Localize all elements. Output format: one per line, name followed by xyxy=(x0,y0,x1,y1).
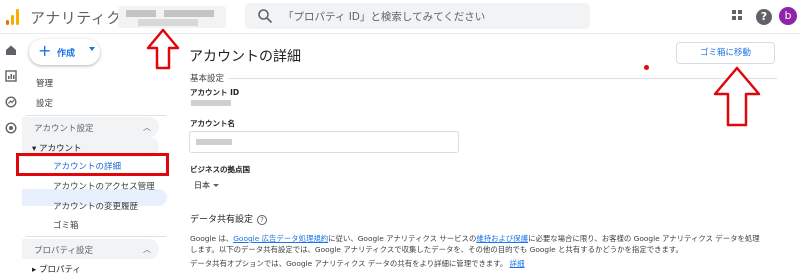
account-name-field[interactable] xyxy=(189,131,459,153)
account-id-value xyxy=(191,100,231,106)
data-sharing-heading: データ共有設定? xyxy=(190,212,268,225)
sidebar-item-settings[interactable]: 設定 xyxy=(36,97,53,109)
chevron-up-icon: ︿ xyxy=(143,245,151,254)
chevron-down-icon xyxy=(89,47,95,51)
divider xyxy=(189,78,777,79)
chevron-down-icon xyxy=(213,184,219,187)
data-sharing-description: Google は、Google 広告データ処理規約に従い、Google アナリテ… xyxy=(190,234,760,254)
apps-grid-icon[interactable] xyxy=(731,9,747,25)
reports-icon[interactable] xyxy=(5,70,17,82)
plus-icon: + xyxy=(38,41,52,60)
main-content: アカウントの詳細 ゴミ箱に移動 基本設定 アカウント ID アカウント名 ビジネ… xyxy=(167,34,800,277)
avatar[interactable]: b xyxy=(779,7,797,25)
top-bar: アナリティクス 「プロパティ ID」と検索してみてください ? b xyxy=(0,0,800,34)
account-id-label: アカウント ID xyxy=(190,88,240,97)
sidebar-item-trash[interactable]: ゴミ箱 xyxy=(53,219,79,231)
create-button[interactable]: + 作成 xyxy=(29,39,100,65)
account-selector[interactable] xyxy=(118,6,226,28)
basic-settings-heading: 基本設定 xyxy=(190,72,229,84)
explore-icon[interactable] xyxy=(5,96,17,108)
section-label: アカウント設定 xyxy=(34,124,94,134)
analytics-logo-icon[interactable] xyxy=(6,9,20,25)
divider xyxy=(26,115,166,116)
move-to-trash-button[interactable]: ゴミ箱に移動 xyxy=(676,42,775,64)
highlight-box xyxy=(16,153,169,176)
search-placeholder: 「プロパティ ID」と検索してみてください xyxy=(283,11,486,23)
maintain-protect-link[interactable]: 維持および保護 xyxy=(476,234,528,243)
business-country-select[interactable]: 日本 xyxy=(194,180,219,191)
page-title: アカウントの詳細 xyxy=(189,49,301,65)
sidebar-item-change-history[interactable]: アカウントの変更履歴 xyxy=(53,200,138,212)
search-icon xyxy=(258,9,273,24)
search-bar[interactable]: 「プロパティ ID」と検索してみてください xyxy=(245,3,590,29)
section-label: プロパティ設定 xyxy=(34,246,93,256)
help-icon[interactable]: ? xyxy=(257,214,268,225)
learn-more-link[interactable]: 詳細 xyxy=(510,259,525,268)
data-sharing-options-text: データ共有オプションでは、Google アナリティクス データの共有をより詳細に… xyxy=(190,259,525,268)
account-name-value xyxy=(196,139,232,145)
sidebar-item-admin[interactable]: 管理 xyxy=(36,77,53,89)
help-icon[interactable]: ? xyxy=(756,9,772,25)
advertising-icon[interactable] xyxy=(5,122,17,134)
property-toggle[interactable]: ▸ プロパティ xyxy=(32,263,81,275)
property-settings-section[interactable]: プロパティ設定 ︿ xyxy=(22,239,159,259)
up-arrow-annotation-icon xyxy=(146,28,180,70)
create-label: 作成 xyxy=(57,49,76,59)
divider xyxy=(26,236,166,237)
annotation-dot xyxy=(644,65,649,70)
home-icon[interactable] xyxy=(5,44,17,56)
account-name-label: アカウント名 xyxy=(190,119,235,128)
sidebar-item-access-management[interactable]: アカウントのアクセス管理 xyxy=(53,180,155,192)
chevron-up-icon: ︿ xyxy=(143,123,151,132)
business-country-label: ビジネスの拠点国 xyxy=(190,165,250,174)
ads-data-processing-terms-link[interactable]: Google 広告データ処理規約 xyxy=(233,234,328,243)
up-arrow-annotation-icon xyxy=(713,66,761,127)
account-settings-section[interactable]: アカウント設定 ︿ xyxy=(22,117,159,137)
